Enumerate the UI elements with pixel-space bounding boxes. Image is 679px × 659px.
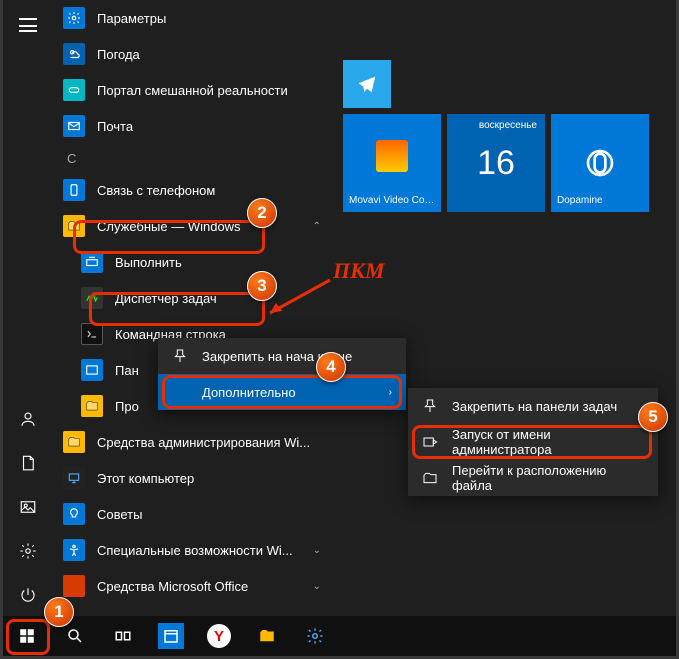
app-label: Этот компьютер [97,471,194,486]
tb-calendar[interactable] [147,616,195,656]
tb-explorer[interactable] [243,616,291,656]
annotation-pkm: ПКМ [333,258,385,284]
app-label: Погода [97,47,140,62]
letter-header[interactable]: С [53,144,333,172]
badge-4: 4 [316,352,346,382]
badge-2: 2 [247,198,277,228]
start-button[interactable] [3,616,51,656]
tb-yandex[interactable]: Y [195,616,243,656]
app-label: Портал смешанной реальности [97,83,288,98]
app-label: Средства администрирования Wi... [97,435,310,450]
documents-icon[interactable] [3,441,53,485]
app-label: Средства Microsoft Office [97,579,248,594]
app-tips[interactable]: Советы [53,496,333,532]
app-label: Почта [97,119,133,134]
app-accessibility[interactable]: Специальные возможности Wi... ⌄ [53,532,333,568]
tile-telegram[interactable] [343,60,391,108]
badge-1: 1 [44,597,74,627]
app-label: Параметры [97,11,166,26]
rail [3,0,53,617]
app-weather[interactable]: Погода [53,36,333,72]
tile-label: Dopamine [557,195,643,206]
tb-settings[interactable] [291,616,339,656]
tile-movavi[interactable]: Movavi Video Converter... [343,114,441,212]
tiles-panel: Movavi Video Converter... воскресенье 16… [333,0,676,617]
ctx-pin-taskbar[interactable]: Закрепить на панели задач [408,388,658,424]
context-menu-2: Закрепить на панели задач Запуск от имен… [408,388,658,496]
app-label: Связь с телефоном [97,183,215,198]
app-windows-system[interactable]: Служебные — Windows ⌃ [53,208,333,244]
ctx-pin-start[interactable]: Закрепить на нача кране [158,338,406,374]
app-settings[interactable]: Параметры [53,0,333,36]
app-mixed-reality[interactable]: Портал смешанной реальности [53,72,333,108]
tile-label: Movavi Video Converter... [349,195,435,206]
app-office-tools[interactable]: Средства Microsoft Office ⌄ [53,568,333,604]
app-label: Специальные возможности Wi... [97,543,293,558]
app-admin-tools[interactable]: Средства администрирования Wi... [53,424,333,460]
ctx-label: Закрепить на панели задач [452,399,617,414]
app-phone-link[interactable]: Связь с телефоном [53,172,333,208]
chevron-up-icon: ⌃ [313,221,321,232]
app-this-pc[interactable]: Этот компьютер [53,460,333,496]
app-run[interactable]: Выполнить [53,244,333,280]
tile-calendar[interactable]: воскресенье 16 [447,114,545,212]
ctx-label: Перейти к расположению файла [452,463,644,493]
taskbar: Y [3,616,676,656]
tile-day-name: воскресенье [479,120,537,131]
app-list: Параметры Погода Портал смешанной реальн… [53,0,333,617]
app-label: Советы [97,507,142,522]
ctx-label: Запуск от имени администратора [452,427,644,457]
ctx-more[interactable]: Дополнительно › [158,374,406,410]
app-label: Пан [115,363,139,378]
app-label: Выполнить [115,255,182,270]
app-label: Диспетчер задач [115,291,217,306]
chevron-down-icon: ⌄ [313,545,321,556]
app-mail[interactable]: Почта [53,108,333,144]
app-label: Про [115,399,139,414]
app-task-manager[interactable]: Диспетчер задач [53,280,333,316]
ctx-label: Дополнительно [202,385,296,400]
app-label: Служебные — Windows [97,219,241,234]
tile-day-number: 16 [477,144,515,183]
badge-5: 5 [638,402,668,432]
start-menu: Параметры Погода Портал смешанной реальн… [3,0,676,617]
settings-icon[interactable] [3,529,53,573]
tile-dopamine[interactable]: Dopamine [551,114,649,212]
user-icon[interactable] [3,397,53,441]
badge-3: 3 [247,271,277,301]
pictures-icon[interactable] [3,485,53,529]
context-menu-1: Закрепить на нача кране Дополнительно › [158,338,406,410]
chevron-down-icon: ⌄ [313,581,321,592]
ctx-run-as-admin[interactable]: Запуск от имени администратора [408,424,658,460]
ctx-open-location[interactable]: Перейти к расположению файла [408,460,658,496]
chevron-right-icon: › [389,387,392,398]
hamburger-icon[interactable] [19,18,37,32]
task-view-button[interactable] [99,616,147,656]
